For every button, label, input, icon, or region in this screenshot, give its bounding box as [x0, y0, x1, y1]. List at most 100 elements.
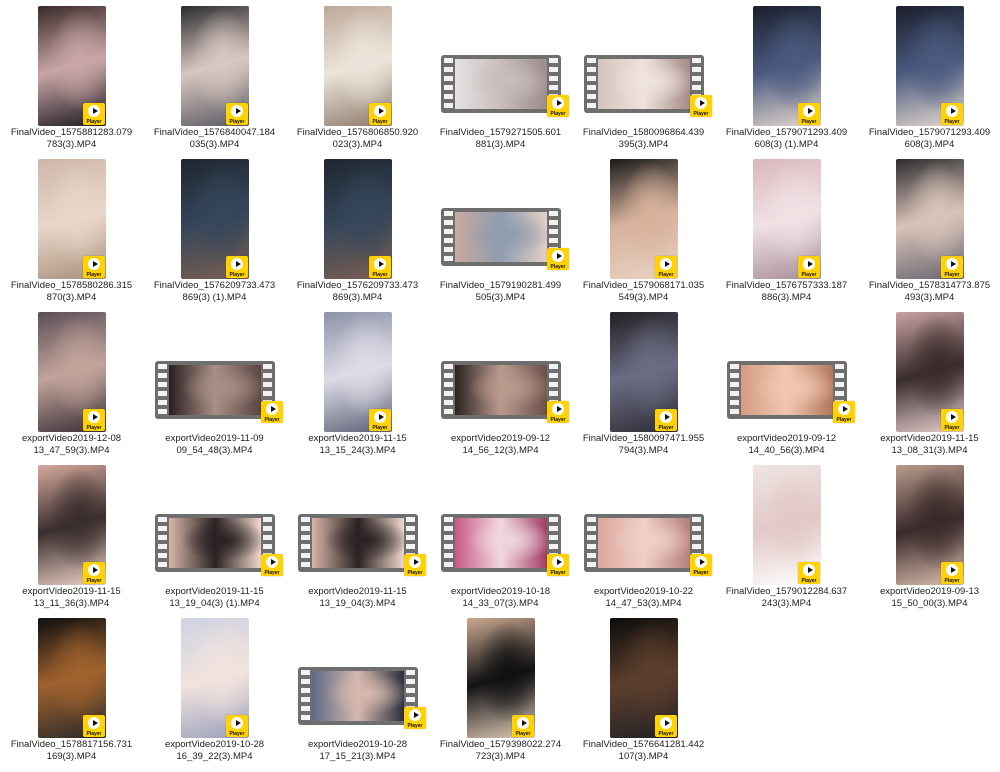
- player-app-badge: Player: [226, 715, 248, 737]
- video-thumbnail: Player: [324, 6, 392, 126]
- play-icon: [231, 717, 243, 729]
- file-item[interactable]: Player FinalVideo_1579071293.409 608(3) (1…: [715, 0, 858, 153]
- file-name-line-1: FinalVideo_1576840047.184: [153, 127, 276, 138]
- file-name-line-2: 608(3) (1).MP4: [754, 139, 819, 150]
- thumbnail-image: [741, 365, 833, 415]
- file-item[interactable]: Player FinalVideo_1576209733.473 869(3) (1…: [143, 153, 286, 306]
- player-app-badge: Player: [226, 256, 248, 278]
- player-label: Player: [407, 570, 423, 576]
- file-item[interactable]: Player FinalVideo_1578817156.731 169(3).MP…: [0, 612, 143, 765]
- player-app-badge: Player: [83, 715, 105, 737]
- player-app-badge: Player: [941, 409, 963, 431]
- play-icon: [660, 411, 672, 423]
- file-item[interactable]: Player FinalVideo_1579068171.035 549(3).MP…: [572, 153, 715, 306]
- file-name-line-2: 505(3).MP4: [475, 292, 526, 303]
- video-thumbnail-filmstrip: Player: [298, 514, 426, 576]
- player-label: Player: [658, 272, 674, 278]
- file-item[interactable]: Player exportVideo2019-12-08 13_47_59(3).M…: [0, 306, 143, 459]
- file-name-line-1: FinalVideo_1579398022.274: [439, 739, 562, 750]
- film-frame: [312, 671, 404, 721]
- file-item[interactable]: Player exportVideo2019-10-18 14_33_07(3).M…: [429, 459, 572, 612]
- file-item[interactable]: Player FinalVideo_1579190281.499 505(3).MP…: [429, 153, 572, 306]
- player-label: Player: [550, 570, 566, 576]
- file-name-line-2: 107(3).MP4: [618, 751, 669, 762]
- video-thumbnail: Player: [896, 312, 964, 432]
- player-app-badge: Player: [941, 256, 963, 278]
- thumbnail-image: [169, 365, 261, 415]
- player-app-badge: Player: [369, 256, 391, 278]
- file-item[interactable]: Player FinalVideo_1576840047.184 035(3).MP…: [143, 0, 286, 153]
- file-name-line-1: exportVideo2019-11-15: [165, 586, 264, 597]
- video-thumbnail: Player: [38, 159, 106, 279]
- film-frame: [598, 59, 690, 109]
- file-item[interactable]: Player FinalVideo_1578314773.875 493(3).MP…: [858, 153, 1000, 306]
- film-perforation: [444, 211, 453, 263]
- file-item[interactable]: Player exportVideo2019-11-15 13_08_31(3).M…: [858, 306, 1000, 459]
- film-frame: [455, 365, 547, 415]
- file-item[interactable]: Player exportVideo2019-09-13 15_50_00(3).M…: [858, 459, 1000, 612]
- video-thumbnail: Player: [896, 6, 964, 126]
- player-app-badge: Player: [798, 256, 820, 278]
- player-app-badge: Player: [833, 401, 855, 423]
- file-item[interactable]: Player FinalVideo_1576209733.473 869(3).MP…: [286, 153, 429, 306]
- file-item[interactable]: Player exportVideo2019-11-15 13_15_24(3).M…: [286, 306, 429, 459]
- file-item[interactable]: Player FinalVideo_1576641281.442 107(3).MP…: [572, 612, 715, 765]
- file-item[interactable]: Player FinalVideo_1576806850.920 023(3).MP…: [286, 0, 429, 153]
- file-name-line-2: 395(3).MP4: [618, 139, 669, 150]
- video-thumbnail: Player: [38, 618, 106, 738]
- file-item[interactable]: Player FinalVideo_1579271505.601 881(3).MP…: [429, 0, 572, 153]
- thumbnail-image: [598, 518, 690, 568]
- file-item[interactable]: Player exportVideo2019-11-15 13_19_04(3) (…: [143, 459, 286, 612]
- player-label: Player: [86, 578, 102, 584]
- player-app-badge: Player: [655, 409, 677, 431]
- file-name-line-2: 035(3).MP4: [189, 139, 240, 150]
- file-item[interactable]: Player exportVideo2019-09-12 14_40_56(3).M…: [715, 306, 858, 459]
- film-perforation: [587, 58, 596, 110]
- video-thumbnail: Player: [610, 618, 678, 738]
- video-thumbnail-filmstrip: Player: [441, 208, 569, 270]
- play-icon: [266, 403, 278, 415]
- player-label: Player: [229, 119, 245, 125]
- play-icon: [266, 556, 278, 568]
- file-item[interactable]: Player exportVideo2019-11-09 09_54_48(3).M…: [143, 306, 286, 459]
- file-item[interactable]: Player exportVideo2019-10-28 17_15_21(3).M…: [286, 612, 429, 765]
- file-name-line-2: 14_40_56(3).MP4: [748, 445, 825, 456]
- file-item[interactable]: Player exportVideo2019-09-12 14_56_12(3).M…: [429, 306, 572, 459]
- file-item[interactable]: Player exportVideo2019-11-15 13_19_04(3).M…: [286, 459, 429, 612]
- file-name: exportVideo2019-10-18 14_33_07(3).MP4: [429, 586, 572, 610]
- file-item[interactable]: Player FinalVideo_1579071293.409 608(3).MP…: [858, 0, 1000, 153]
- file-item[interactable]: Player FinalVideo_1578580286.315 870(3).MP…: [0, 153, 143, 306]
- play-icon: [803, 105, 815, 117]
- play-icon: [695, 97, 707, 109]
- file-item[interactable]: Player exportVideo2019-10-22 14_47_53(3).M…: [572, 459, 715, 612]
- player-app-badge: Player: [404, 554, 426, 576]
- file-name: FinalVideo_1579012284.637 243(3).MP4: [715, 586, 858, 610]
- file-item[interactable]: Player FinalVideo_1580096864.439 395(3).MP…: [572, 0, 715, 153]
- file-item[interactable]: Player exportVideo2019-10-28 16_39_22(3).M…: [143, 612, 286, 765]
- video-thumbnail: Player: [610, 159, 678, 279]
- file-name-line-2: 14_56_12(3).MP4: [462, 445, 539, 456]
- file-name-line-1: exportVideo2019-11-15: [22, 586, 121, 597]
- file-name-line-2: 886(3).MP4: [761, 292, 812, 303]
- player-label: Player: [372, 119, 388, 125]
- file-item[interactable]: Player exportVideo2019-11-15 13_11_36(3).M…: [0, 459, 143, 612]
- file-name-line-2: 870(3).MP4: [46, 292, 97, 303]
- file-name-line-1: exportVideo2019-09-12: [450, 433, 551, 444]
- file-name-line-1: exportVideo2019-09-13: [879, 586, 980, 597]
- player-label: Player: [801, 119, 817, 125]
- film-frame: [598, 518, 690, 568]
- file-item[interactable]: Player FinalVideo_1579398022.274 723(3).MP…: [429, 612, 572, 765]
- file-name-line-1: FinalVideo_1580096864.439: [582, 127, 705, 138]
- file-name-line-1: exportVideo2019-10-28: [307, 739, 408, 750]
- file-name: FinalVideo_1578580286.315 870(3).MP4: [0, 280, 143, 304]
- video-thumbnail-filmstrip: Player: [441, 55, 569, 117]
- play-icon: [946, 258, 958, 270]
- file-item[interactable]: Player FinalVideo_1575881283.079 783(3).MP…: [0, 0, 143, 153]
- file-item[interactable]: Player FinalVideo_1580097471.955 794(3).MP…: [572, 306, 715, 459]
- player-label: Player: [86, 272, 102, 278]
- file-item[interactable]: Player FinalVideo_1579012284.637 243(3).MP…: [715, 459, 858, 612]
- player-label: Player: [550, 111, 566, 117]
- file-item[interactable]: Player FinalVideo_1576757333.187 886(3).MP…: [715, 153, 858, 306]
- play-icon: [409, 556, 421, 568]
- film-perforation: [301, 670, 310, 722]
